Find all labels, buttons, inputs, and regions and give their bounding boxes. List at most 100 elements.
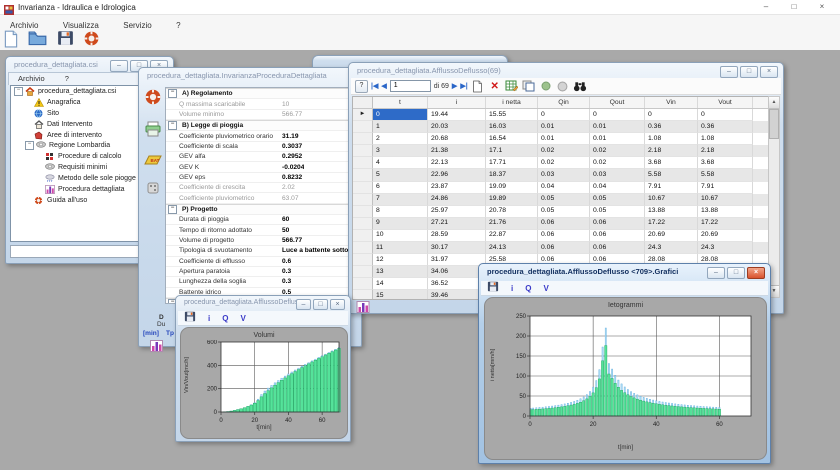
grid-cell[interactable]: 8 <box>373 206 428 218</box>
property-value[interactable]: 31.19 <box>282 133 299 140</box>
grid-cell[interactable]: 0.01 <box>538 121 590 133</box>
grid-cell[interactable]: 0.05 <box>590 194 645 206</box>
property-value[interactable]: 0.3037 <box>282 143 302 150</box>
grid-cell[interactable]: 24.86 <box>428 194 486 206</box>
property-row[interactable]: Tipologia di svuotamentoLuce a battente … <box>166 246 359 256</box>
grid-cell[interactable]: 20.69 <box>698 230 753 242</box>
expand-toggle[interactable]: − <box>14 87 23 96</box>
last-record-button[interactable]: ▶| <box>460 82 467 90</box>
column-header-Vout[interactable]: Vout <box>698 97 753 108</box>
grid-cell[interactable]: 27.21 <box>428 218 486 230</box>
section-collapse-toggle[interactable]: − <box>168 205 177 214</box>
property-row[interactable]: Apertura paratoia0.3 <box>166 267 359 277</box>
row-marker[interactable] <box>353 157 373 169</box>
new-record-icon[interactable] <box>471 80 485 93</box>
scroll-up-button[interactable]: ▲ <box>769 97 779 109</box>
grid-cell[interactable]: 1.08 <box>698 133 753 145</box>
column-header-Vin[interactable]: Vin <box>645 97 698 108</box>
row-marker[interactable] <box>353 194 373 206</box>
column-header-t[interactable]: t <box>373 97 428 108</box>
menu-help[interactable]: ? <box>56 73 78 84</box>
grid-cell[interactable]: 7 <box>373 194 428 206</box>
save-floppy-icon[interactable] <box>487 279 499 297</box>
grid-cell[interactable]: 0.01 <box>590 133 645 145</box>
property-section[interactable]: −A) Regolamento <box>166 88 359 99</box>
grid-cell[interactable]: 7.91 <box>645 182 698 194</box>
copy-grid-icon[interactable] <box>522 80 536 93</box>
grid-cell[interactable]: 21.76 <box>486 218 538 230</box>
grid-cell[interactable]: 17.1 <box>486 145 538 157</box>
expand-toggle[interactable]: − <box>25 141 34 150</box>
minimize-button[interactable]: – <box>707 267 725 279</box>
grid-cell[interactable]: 9 <box>373 218 428 230</box>
grid-cell[interactable]: 13.88 <box>645 206 698 218</box>
grid-cell[interactable]: 0.02 <box>590 157 645 169</box>
chart-icon[interactable] <box>150 339 163 357</box>
grid-cell[interactable]: 0.05 <box>538 206 590 218</box>
export-bat-icon[interactable]: BAT <box>144 152 162 171</box>
status-green-icon[interactable] <box>539 80 553 93</box>
grid-cell[interactable]: 0.02 <box>590 145 645 157</box>
grid-cell[interactable]: 24.3 <box>698 242 753 254</box>
grid-cell[interactable]: 0.06 <box>538 230 590 242</box>
grid-cell[interactable]: 0.04 <box>538 182 590 194</box>
help-lifering-icon[interactable] <box>144 88 162 111</box>
grid-cell[interactable]: 0.06 <box>590 218 645 230</box>
maximize-button[interactable]: □ <box>727 267 745 279</box>
row-marker[interactable] <box>353 254 373 266</box>
property-row[interactable]: Volume di progetto566.77 <box>166 236 359 246</box>
grid-cell[interactable]: 15.55 <box>486 109 538 121</box>
grid-cell[interactable]: 0 <box>538 109 590 121</box>
grid-cell[interactable]: 4 <box>373 157 428 169</box>
maximize-button[interactable]: □ <box>780 1 808 13</box>
grid-cell[interactable]: 10.67 <box>645 194 698 206</box>
next-record-button[interactable]: ▶ <box>452 82 457 90</box>
grid-cell[interactable]: 30.17 <box>428 242 486 254</box>
grid-cell[interactable]: 22.96 <box>428 169 486 181</box>
maximize-button[interactable]: □ <box>313 299 328 310</box>
grid-cell[interactable]: 0.06 <box>590 242 645 254</box>
property-row[interactable]: Coefficiente di crescita2.02 <box>166 183 359 193</box>
grid-cell[interactable]: 0.05 <box>590 206 645 218</box>
property-value[interactable]: -0.0204 <box>282 164 304 171</box>
grid-cell[interactable]: 0 <box>373 109 428 121</box>
grid-cell[interactable]: 0.01 <box>538 133 590 145</box>
property-row[interactable]: Coefficiente pluviometrico63.07 <box>166 193 359 203</box>
grid-cell[interactable]: 19.89 <box>486 194 538 206</box>
menu-i[interactable]: i <box>208 314 210 323</box>
column-header-i[interactable]: i <box>428 97 486 108</box>
column-header-i-netta[interactable]: i netta <box>486 97 538 108</box>
grid-cell[interactable]: 0.05 <box>538 194 590 206</box>
grid-cell[interactable]: 24.13 <box>486 242 538 254</box>
row-marker[interactable] <box>353 266 373 278</box>
grid-cell[interactable]: 2 <box>373 133 428 145</box>
grid-cell[interactable]: 18.37 <box>486 169 538 181</box>
row-marker[interactable] <box>353 290 373 300</box>
maximize-button[interactable]: □ <box>740 66 758 78</box>
grid-cell[interactable]: 31.97 <box>428 254 486 266</box>
property-value[interactable]: 566.77 <box>282 237 302 244</box>
row-marker[interactable] <box>353 278 373 290</box>
row-marker[interactable] <box>353 169 373 181</box>
grid-cell[interactable]: 17.22 <box>645 218 698 230</box>
grid-cell[interactable]: 3.68 <box>645 157 698 169</box>
property-row[interactable]: Coefficiente di efflusso0.6 <box>166 257 359 267</box>
property-value[interactable]: 50 <box>282 227 289 234</box>
grid-cell[interactable]: 22.13 <box>428 157 486 169</box>
record-position-input[interactable]: 1 <box>390 80 431 92</box>
menu-archivio[interactable]: Archivio <box>9 73 54 84</box>
menu-v[interactable]: V <box>240 314 245 323</box>
save-floppy-icon[interactable] <box>184 309 196 327</box>
grid-cell[interactable]: 0.06 <box>538 242 590 254</box>
dice-icon[interactable] <box>146 181 160 200</box>
row-marker[interactable] <box>353 121 373 133</box>
property-row[interactable]: GEV eps0.8232 <box>166 173 359 183</box>
property-value[interactable]: 0.2952 <box>282 153 302 160</box>
grid-cell[interactable]: 20.69 <box>645 230 698 242</box>
grid-cell[interactable]: 14 <box>373 278 428 290</box>
chart-icon[interactable] <box>356 300 370 318</box>
property-value[interactable]: 60 <box>282 216 289 223</box>
row-marker[interactable] <box>353 133 373 145</box>
help-button[interactable]: ? <box>355 80 368 93</box>
previous-record-button[interactable]: ◀ <box>381 82 386 90</box>
